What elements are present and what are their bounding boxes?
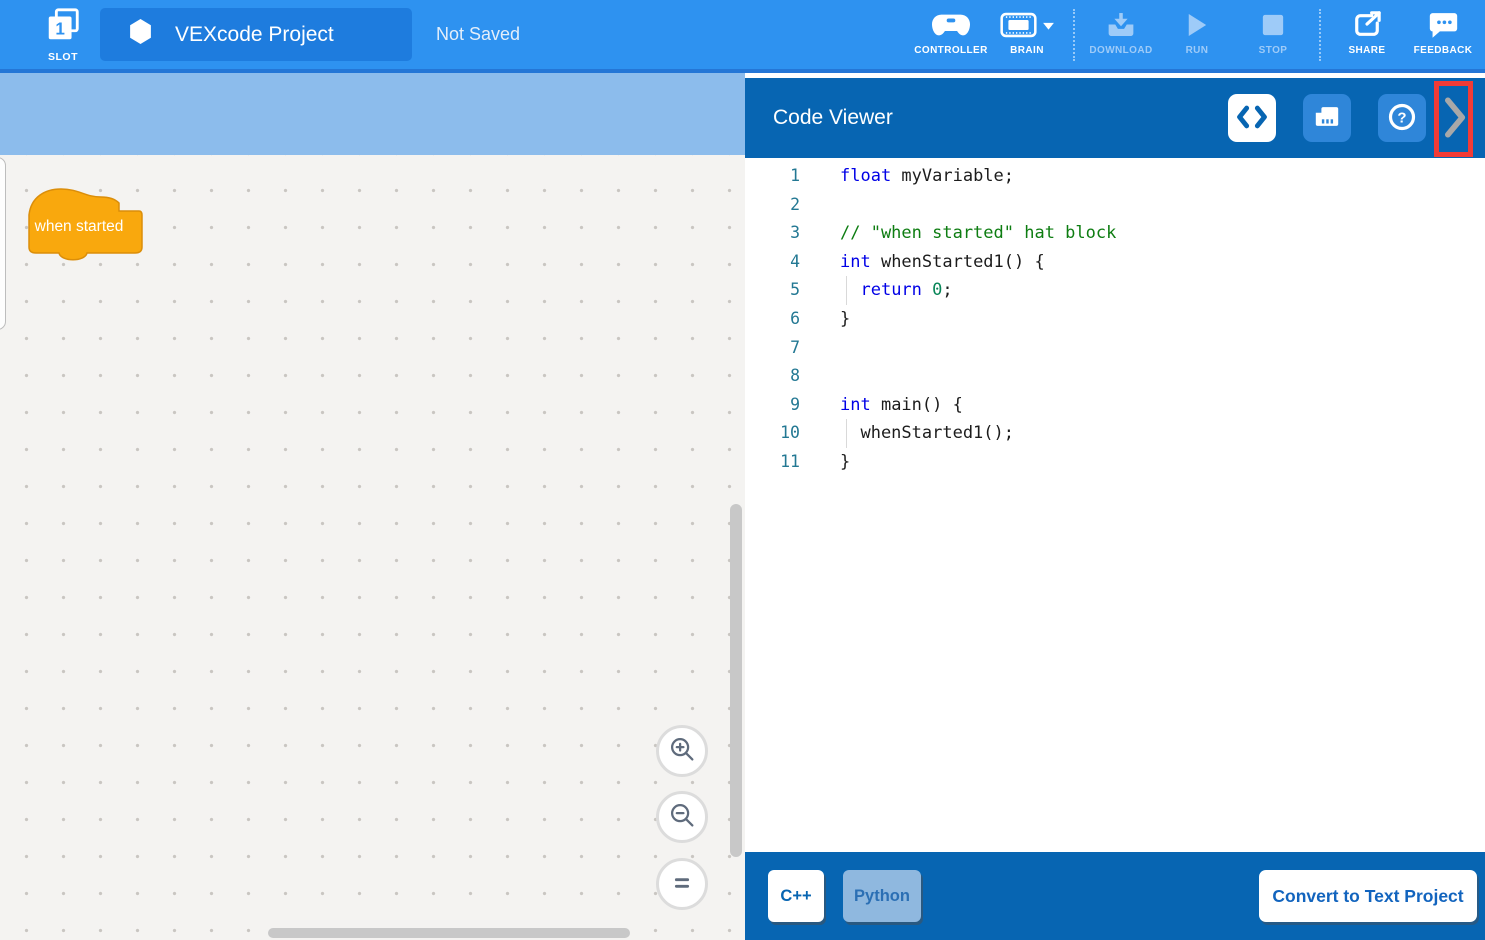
save-status: Not Saved xyxy=(436,24,520,45)
question-icon: ? xyxy=(1387,102,1417,135)
zoom-out-button[interactable] xyxy=(656,791,708,843)
brain-preview-button[interactable] xyxy=(1303,94,1351,142)
topbar-action-run: RUN xyxy=(1159,13,1235,56)
code-line-text: } xyxy=(840,448,850,477)
code-line: 3 // "when started" hat block xyxy=(745,219,1485,248)
topbar-action-brain[interactable]: BRAIN xyxy=(989,13,1065,56)
topbar-action-controller[interactable]: CONTROLLER xyxy=(913,13,989,56)
line-number: 7 xyxy=(745,334,800,363)
line-number: 10 xyxy=(745,419,800,448)
code-viewer-toolbar: ? xyxy=(1228,94,1426,142)
topbar-action-label: DOWNLOAD xyxy=(1089,45,1152,56)
topbar-action-stop: STOP xyxy=(1235,13,1311,56)
tab-python[interactable]: Python xyxy=(843,870,921,922)
code-line-text: } xyxy=(840,305,850,334)
topbar-action-download: DOWNLOAD xyxy=(1083,13,1159,56)
code-viewer-panel: Code Viewer xyxy=(745,73,1485,940)
block-label: when started xyxy=(27,218,131,236)
brain-device-icon xyxy=(1313,104,1341,132)
brain-icon xyxy=(1000,12,1037,43)
zoom-in-icon xyxy=(666,734,698,769)
chevron-right-icon xyxy=(1445,97,1466,141)
vertical-scrollbar[interactable] xyxy=(730,504,742,857)
topbar: 1 SLOT VEXcode Project Not Saved CONTROL… xyxy=(0,0,1485,73)
line-number: 4 xyxy=(745,248,800,277)
palette-edge[interactable] xyxy=(0,157,6,330)
chevron-down-icon xyxy=(1042,18,1055,36)
topbar-action-label: STOP xyxy=(1259,45,1288,56)
code-editor: 1 float myVariable; 23 // "when started" ha… xyxy=(745,158,1485,856)
topbar-actions: CONTROLLER BRAIN DOWNLOAD RUN STOP SHARE FEEDB… xyxy=(913,9,1481,61)
code-line: 4 int whenStarted1() { xyxy=(745,248,1485,277)
download-icon xyxy=(1106,11,1136,43)
code-line: 10 whenStarted1(); xyxy=(745,419,1485,448)
stop-icon xyxy=(1261,13,1285,42)
collapse-panel-button[interactable] xyxy=(1443,98,1467,140)
topbar-action-label: SHARE xyxy=(1348,45,1385,56)
slot-button[interactable]: 1 SLOT xyxy=(44,7,82,63)
toolbox-bar xyxy=(0,73,745,155)
share-icon xyxy=(1352,11,1382,44)
topbar-action-label: RUN xyxy=(1186,45,1209,56)
controller-icon xyxy=(932,12,970,43)
topbar-action-label: BRAIN xyxy=(1010,45,1044,56)
zoom-in-button[interactable] xyxy=(656,725,708,777)
slot-icon: 1 xyxy=(44,7,82,50)
when-started-block[interactable]: when started xyxy=(27,185,145,265)
blocks-canvas[interactable]: when started xyxy=(0,155,745,940)
project-name-button[interactable]: VEXcode Project xyxy=(100,8,412,61)
feedback-icon xyxy=(1428,11,1459,44)
line-number: 5 xyxy=(745,276,800,305)
help-button[interactable]: ? xyxy=(1378,94,1426,142)
code-line-text: int whenStarted1() { xyxy=(840,248,1045,277)
vexcode-app: 1 SLOT VEXcode Project Not Saved CONTROL… xyxy=(0,0,1485,940)
run-icon xyxy=(1186,12,1208,43)
code-line: 8 xyxy=(745,362,1485,391)
code-viewer-title: Code Viewer xyxy=(773,106,893,130)
code-line-text: int main() { xyxy=(840,391,963,420)
topbar-action-label: CONTROLLER xyxy=(914,45,987,56)
toolbar-separator xyxy=(1073,9,1075,61)
line-number: 6 xyxy=(745,305,800,334)
code-line-text: // "when started" hat block xyxy=(840,219,1116,248)
code-line: 5 return 0; xyxy=(745,276,1485,305)
line-number: 11 xyxy=(745,448,800,477)
topbar-action-feedback[interactable]: FEEDBACK xyxy=(1405,13,1481,56)
tab-cpp[interactable]: C++ xyxy=(768,870,824,922)
code-line-text: return 0; xyxy=(840,276,953,305)
code-viewer-header: Code Viewer xyxy=(745,78,1485,158)
code-view-button[interactable] xyxy=(1228,94,1276,142)
zoom-out-icon xyxy=(666,800,698,835)
line-number: 8 xyxy=(745,362,800,391)
svg-text:?: ? xyxy=(1397,109,1406,126)
svg-text:1: 1 xyxy=(55,19,65,38)
line-number: 2 xyxy=(745,191,800,220)
code-line: 6} xyxy=(745,305,1485,334)
line-number: 3 xyxy=(745,219,800,248)
code-line-text: whenStarted1(); xyxy=(840,419,1014,448)
zoom-reset-icon xyxy=(666,867,698,902)
line-number: 9 xyxy=(745,391,800,420)
code-line-text: float myVariable; xyxy=(840,162,1014,191)
code-icon xyxy=(1236,104,1268,133)
slot-label: SLOT xyxy=(48,51,78,63)
code-line: 9 int main() { xyxy=(745,391,1485,420)
toolbar-separator xyxy=(1319,9,1321,61)
line-number: 1 xyxy=(745,162,800,191)
project-name: VEXcode Project xyxy=(175,23,334,47)
topbar-action-share[interactable]: SHARE xyxy=(1329,13,1405,56)
topbar-action-label: FEEDBACK xyxy=(1414,45,1473,56)
code-line: 1 float myVariable; xyxy=(745,162,1485,191)
code-line: 7 xyxy=(745,334,1485,363)
zoom-reset-button[interactable] xyxy=(656,858,708,910)
code-line: 2 xyxy=(745,191,1485,220)
horizontal-scrollbar[interactable] xyxy=(268,928,630,938)
code-viewer-footer: C++ Python Convert to Text Project xyxy=(745,852,1485,940)
convert-to-text-button[interactable]: Convert to Text Project xyxy=(1259,870,1477,922)
hexagon-icon xyxy=(128,18,153,51)
code-line: 11} xyxy=(745,448,1485,477)
